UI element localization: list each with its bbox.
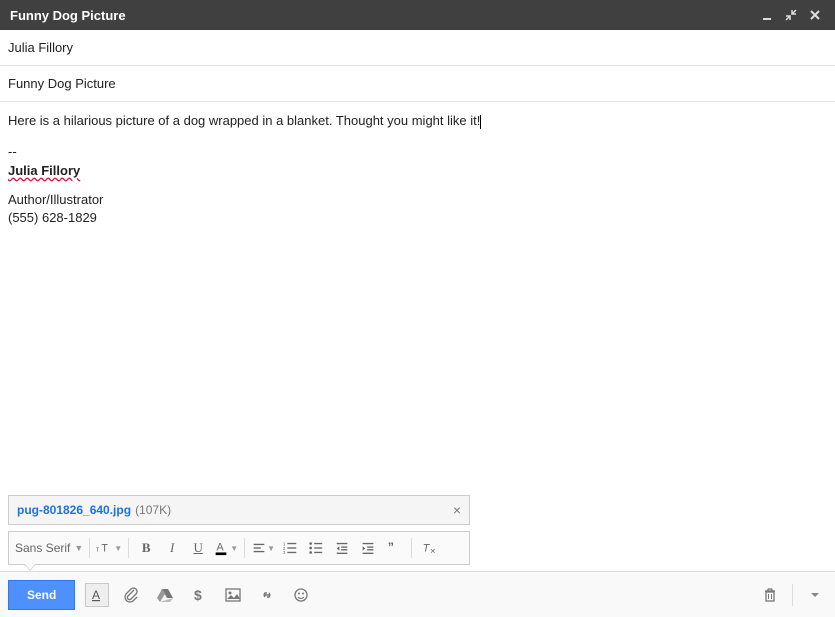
insert-link-button[interactable]: [255, 583, 279, 607]
underline-button[interactable]: U: [187, 536, 209, 560]
subject-field[interactable]: Funny Dog Picture: [0, 66, 835, 102]
font-family-select[interactable]: Sans Serif ▼: [15, 536, 83, 560]
more-options-button[interactable]: [803, 583, 827, 607]
remove-formatting-button[interactable]: T✕: [418, 536, 440, 560]
signature-name: Julia Fillory: [8, 162, 827, 181]
font-size-button[interactable]: тT ▼: [96, 536, 122, 560]
attachment-area: pug-801826_640.jpg (107K) ×: [0, 491, 835, 525]
attach-file-button[interactable]: [119, 583, 143, 607]
attachment-filename: pug-801826_640.jpg: [17, 503, 131, 517]
svg-text:✕: ✕: [430, 547, 436, 555]
text-color-button[interactable]: A ▼: [213, 536, 238, 560]
svg-text:$: $: [194, 587, 202, 603]
indent-less-button[interactable]: [331, 536, 353, 560]
window-title: Funny Dog Picture: [10, 8, 753, 23]
attachment-remove-icon[interactable]: ×: [453, 502, 461, 518]
discard-button[interactable]: [758, 583, 782, 607]
formatting-toggle-button[interactable]: A: [85, 583, 109, 607]
font-family-label: Sans Serif: [15, 541, 70, 555]
drive-button[interactable]: [153, 583, 177, 607]
attachment-chip[interactable]: pug-801826_640.jpg (107K) ×: [8, 495, 470, 525]
send-button[interactable]: Send: [8, 580, 75, 610]
svg-text:A: A: [92, 588, 100, 602]
chevron-down-icon: ▼: [230, 544, 238, 553]
numbered-list-button[interactable]: 123: [279, 536, 301, 560]
italic-button[interactable]: I: [161, 536, 183, 560]
collapse-icon[interactable]: [781, 5, 801, 25]
chevron-down-icon: ▼: [114, 544, 122, 553]
text-cursor: [480, 115, 481, 129]
toolbar-pointer: [24, 564, 36, 571]
money-button[interactable]: $: [187, 583, 211, 607]
chevron-down-icon: ▼: [74, 543, 83, 553]
formatting-toolbar: Sans Serif ▼ тT ▼ B I U A ▼ ▼ 123: [8, 531, 470, 565]
svg-text:A: A: [217, 542, 225, 554]
indent-more-button[interactable]: [357, 536, 379, 560]
to-field[interactable]: Julia Fillory: [0, 30, 835, 66]
body-editor[interactable]: Here is a hilarious picture of a dog wra…: [0, 102, 835, 491]
attachment-filesize: (107K): [135, 503, 171, 517]
svg-text:T: T: [102, 543, 109, 555]
body-text: Here is a hilarious picture of a dog wra…: [8, 113, 480, 128]
chevron-down-icon: ▼: [267, 544, 275, 553]
quote-button[interactable]: ”: [383, 536, 405, 560]
bold-button[interactable]: B: [135, 536, 157, 560]
compose-window: Funny Dog Picture Julia Fillory Funny Do…: [0, 0, 835, 617]
align-button[interactable]: ▼: [251, 536, 275, 560]
emoji-button[interactable]: [289, 583, 313, 607]
svg-text:т: т: [96, 546, 100, 554]
bottom-toolbar: Send A $: [0, 571, 835, 617]
bullet-list-button[interactable]: [305, 536, 327, 560]
signature-line1: Author/Illustrator: [8, 191, 827, 210]
svg-text:3: 3: [283, 550, 286, 555]
minimize-icon[interactable]: [757, 5, 777, 25]
insert-photo-button[interactable]: [221, 583, 245, 607]
svg-text:”: ”: [388, 541, 394, 555]
signature-separator: --: [8, 143, 827, 162]
close-icon[interactable]: [805, 5, 825, 25]
signature-line2: (555) 628-1829: [8, 209, 827, 228]
titlebar: Funny Dog Picture: [0, 0, 835, 30]
